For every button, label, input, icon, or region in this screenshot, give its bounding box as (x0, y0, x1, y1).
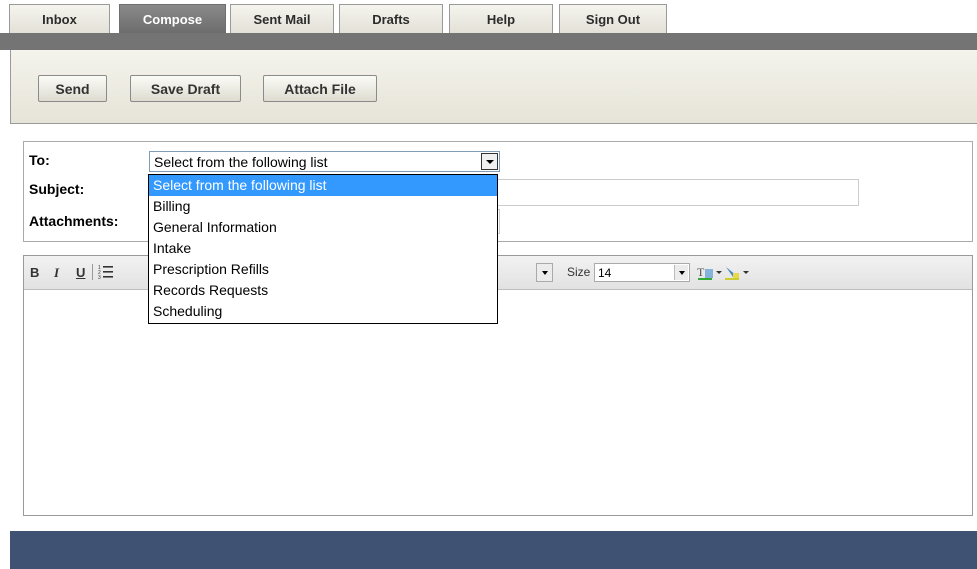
svg-text:T: T (697, 265, 705, 279)
tab-bar: Inbox Compose Sent Mail Drafts Help Sign… (0, 0, 977, 34)
underline-button[interactable]: U (76, 265, 85, 280)
tab-underline-bar (0, 33, 977, 50)
tab-inbox[interactable]: Inbox (9, 4, 110, 34)
tab-compose[interactable]: Compose (119, 4, 226, 34)
save-draft-button[interactable]: Save Draft (130, 75, 241, 102)
dropdown-arrow-icon[interactable] (481, 153, 498, 170)
svg-text:3: 3 (98, 275, 101, 281)
message-body[interactable] (24, 291, 972, 515)
footer-bar (10, 531, 977, 569)
attach-file-button[interactable]: Attach File (263, 75, 377, 102)
size-label: Size (567, 265, 591, 279)
tab-help[interactable]: Help (449, 4, 553, 34)
dropdown-option-general-information[interactable]: General Information (149, 217, 497, 238)
tab-sent-mail[interactable]: Sent Mail (230, 4, 334, 34)
tab-drafts[interactable]: Drafts (339, 4, 443, 34)
tab-sign-out[interactable]: Sign Out (559, 4, 667, 34)
dropdown-option-placeholder[interactable]: Select from the following list (149, 175, 497, 196)
numbered-list-icon[interactable]: 1 2 3 (98, 263, 114, 284)
size-dropdown-arrow-icon[interactable] (674, 265, 688, 280)
highlight-color-icon[interactable] (724, 263, 750, 284)
dropdown-option-billing[interactable]: Billing (149, 196, 497, 217)
to-select[interactable]: Select from the following list (149, 151, 500, 172)
dropdown-option-intake[interactable]: Intake (149, 238, 497, 259)
bold-button[interactable]: B (30, 265, 39, 280)
size-select-value: 14 (598, 266, 612, 280)
to-select-value: Select from the following list (154, 154, 328, 170)
dropdown-option-scheduling[interactable]: Scheduling (149, 301, 497, 322)
subject-label: Subject: (29, 181, 85, 197)
text-color-icon[interactable]: T (697, 263, 723, 284)
compose-toolbar: Send Save Draft Attach File (10, 50, 977, 124)
send-button[interactable]: Send (38, 75, 107, 102)
attachments-label: Attachments: (29, 213, 119, 229)
to-dropdown-list: Select from the following list Billing G… (148, 174, 498, 324)
italic-button[interactable]: I (54, 265, 59, 281)
toolbar-separator (92, 264, 93, 280)
dropdown-option-records-requests[interactable]: Records Requests (149, 280, 497, 301)
to-label: To: (29, 152, 50, 168)
font-dropdown-arrow-icon[interactable] (536, 263, 553, 282)
size-select[interactable]: 14 (594, 263, 690, 282)
dropdown-option-prescription-refills[interactable]: Prescription Refills (149, 259, 497, 280)
